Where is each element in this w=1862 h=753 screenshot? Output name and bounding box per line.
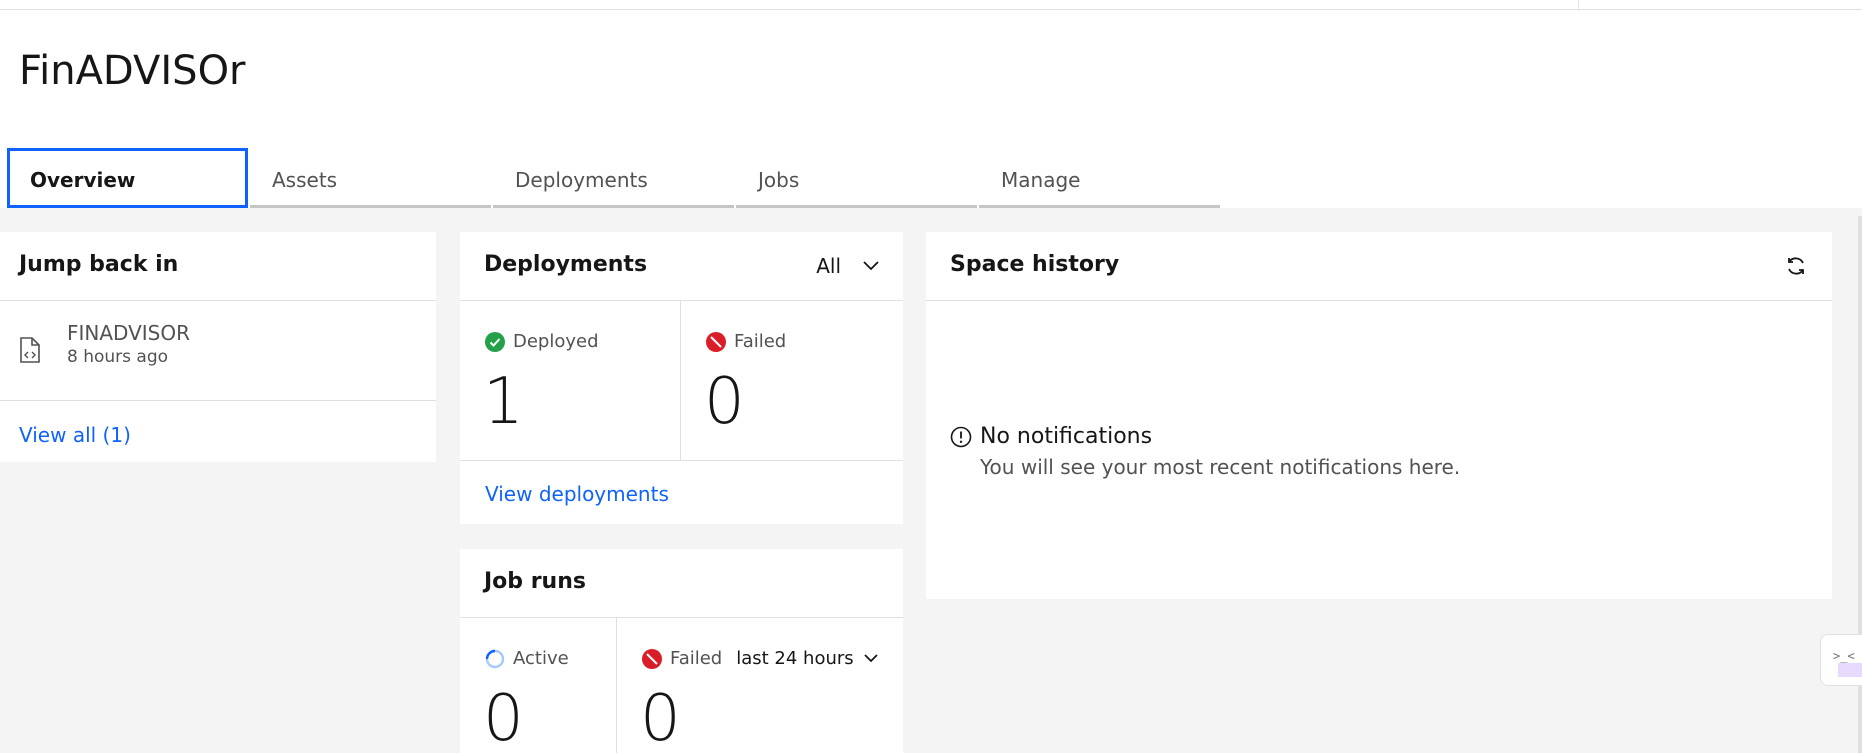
top-bar-divider — [1578, 0, 1579, 10]
tab-jobs[interactable]: Jobs — [736, 148, 977, 208]
recent-asset-item[interactable]: FINADVISOR 8 hours ago — [0, 301, 436, 401]
jump-back-in-card: Jump back in FINADVISOR 8 hours ago View… — [0, 232, 436, 462]
active-label: Active — [513, 648, 569, 669]
deployed-label: Deployed — [513, 331, 599, 352]
job-runs-title: Job runs — [460, 549, 903, 618]
jump-back-in-title: Jump back in — [0, 232, 436, 301]
failed-jobs-count: 0 — [640, 682, 681, 753]
overview-content: Jump back in FINADVISOR 8 hours ago View… — [0, 208, 1862, 753]
in-progress-icon — [485, 649, 505, 668]
failed-stat: Failed 0 — [681, 301, 903, 461]
empty-notifications-title: No notifications — [980, 424, 1153, 449]
deployments-filter-dropdown[interactable]: All — [816, 254, 879, 278]
empty-notifications-subtitle: You will see your most recent notificati… — [980, 455, 1461, 479]
top-bar — [0, 0, 1862, 10]
page-title: FinADVISOr — [19, 48, 246, 94]
space-history-card: Space history No notifications You will … — [926, 232, 1832, 599]
error-filled-icon — [706, 331, 726, 352]
side-assistant-widget[interactable]: >_< — [1820, 634, 1862, 686]
recent-asset-time: 8 hours ago — [67, 347, 169, 367]
code-file-icon — [20, 337, 40, 363]
warning-info-icon — [950, 426, 972, 447]
deployments-filter-value: All — [816, 254, 841, 278]
failed-count: 0 — [704, 365, 745, 439]
failed-label: Failed — [734, 331, 787, 352]
active-count: 0 — [483, 682, 524, 753]
time-range-value: last 24 hours — [736, 648, 854, 669]
view-all-link[interactable]: View all (1) — [19, 423, 131, 447]
error-filled-icon — [642, 648, 662, 669]
deployments-card: Deployments All Deployed 1 Failed 0 View… — [460, 232, 903, 524]
active-jobs-stat: Active 0 — [460, 618, 617, 753]
job-runs-card: Job runs Active 0 Failed last 24 hours 0 — [460, 549, 903, 753]
deployed-count: 1 — [483, 365, 524, 439]
failed-jobs-stat: Failed last 24 hours 0 — [617, 618, 903, 753]
space-history-title: Space history — [926, 232, 1832, 301]
tab-assets[interactable]: Assets — [250, 148, 491, 208]
refresh-icon[interactable] — [1784, 254, 1808, 278]
chevron-down-icon — [863, 261, 879, 271]
recent-asset-name: FINADVISOR — [67, 321, 191, 345]
empty-notifications: No notifications You will see your most … — [950, 424, 1460, 479]
failed-jobs-label: Failed — [670, 648, 723, 669]
checkmark-filled-icon — [485, 331, 505, 352]
tab-overview[interactable]: Overview — [7, 148, 248, 208]
tab-deployments[interactable]: Deployments — [493, 148, 734, 208]
view-deployments-link[interactable]: View deployments — [485, 482, 669, 506]
time-range-dropdown[interactable]: last 24 hours — [736, 648, 878, 669]
side-widget-glyph: >_< — [1833, 649, 1855, 663]
chevron-down-icon — [864, 654, 878, 663]
tab-manage[interactable]: Manage — [979, 148, 1220, 208]
deployed-stat: Deployed 1 — [460, 301, 681, 461]
